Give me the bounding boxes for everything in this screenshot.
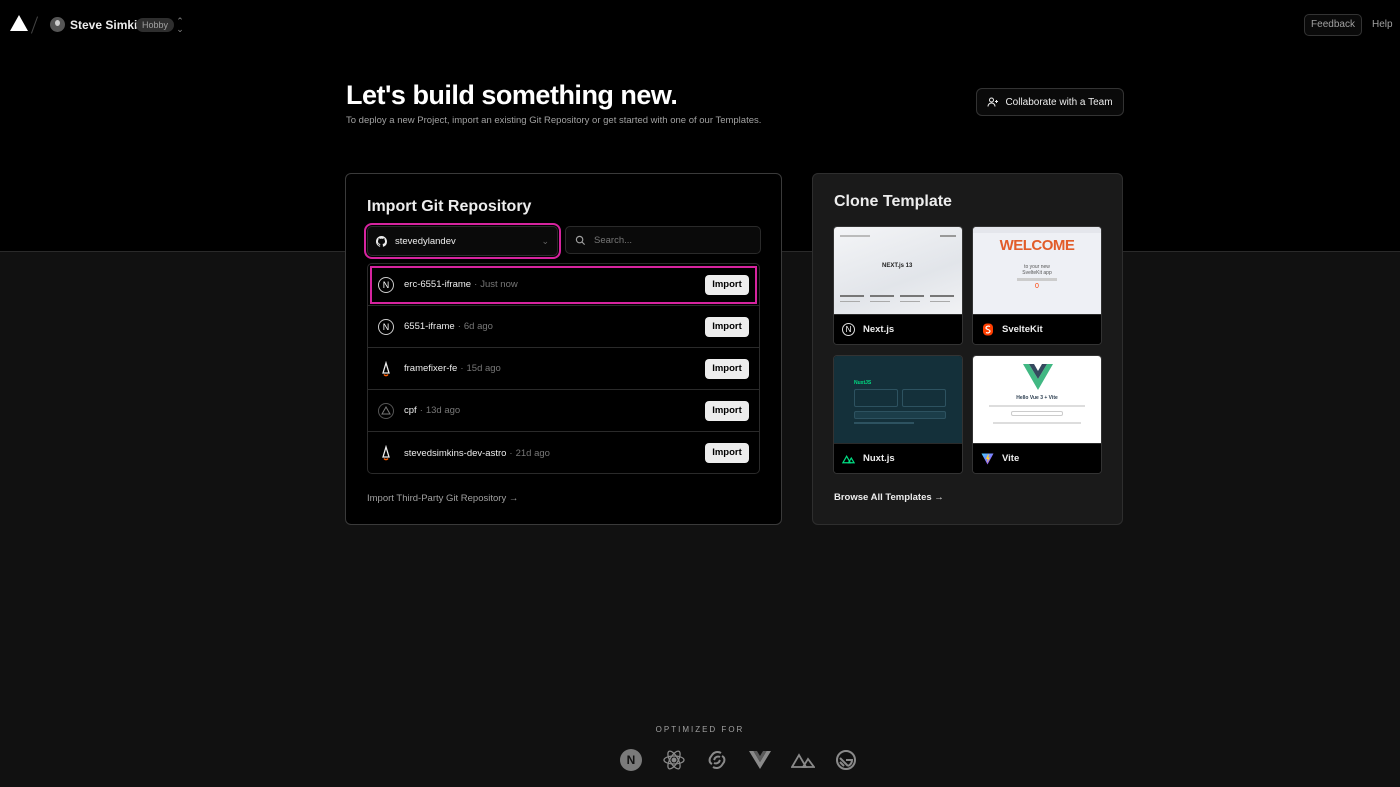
search-icon: [575, 235, 586, 245]
template-preview-vite: Hello Vue 3 + Vite: [973, 356, 1101, 443]
template-footer: Vite: [973, 443, 1101, 473]
nextjs-icon: N: [619, 748, 643, 772]
react-icon: [662, 748, 686, 772]
nuxt-icon: [791, 748, 815, 772]
import-card-title: Import Git Repository: [367, 198, 532, 215]
git-account-name: stevedylandev: [395, 235, 456, 247]
template-footer: SvelteKit: [973, 314, 1101, 344]
repo-updated-time: 15d ago: [466, 363, 501, 374]
repo-name: stevedsimkins-dev-astro: [404, 447, 507, 459]
repo-updated-time: 13d ago: [425, 405, 461, 416]
search-input[interactable]: [594, 234, 744, 246]
chevron-updown-icon[interactable]: ⌃ ⌄: [176, 17, 184, 34]
browse-all-templates-link[interactable]: Browse All Templates →: [834, 492, 944, 503]
nuxt-icon: [842, 452, 855, 465]
template-vite[interactable]: Hello Vue 3 + Vite Vite: [972, 355, 1102, 474]
astro-icon: [378, 445, 394, 461]
help-link[interactable]: Help: [1372, 19, 1393, 30]
template-sveltekit[interactable]: WELCOME to your new SvelteKit app 0 Svel…: [972, 226, 1102, 345]
clone-template-card: Clone Template NEXT.js 13 N Next.js WELC…: [812, 173, 1123, 525]
svelte-icon: [981, 323, 994, 336]
repo-name: erc-6551-iframe: [404, 279, 472, 290]
repo-row[interactable]: cpf · 13d ago Import: [368, 390, 759, 432]
svelte-preview-counter: 0: [1035, 283, 1039, 290]
nextjs-icon: N: [378, 276, 394, 293]
triangle-icon: [378, 402, 394, 419]
page-title: Let's build something new.: [346, 80, 678, 110]
import-button[interactable]: Import: [705, 358, 749, 379]
template-footer: Nuxt.js: [834, 443, 962, 473]
template-preview-nextjs: NEXT.js 13: [834, 227, 962, 314]
avatar[interactable]: [50, 17, 65, 32]
import-button[interactable]: Import: [705, 443, 749, 463]
optimized-for-label: OPTIMIZED FOR: [655, 725, 745, 734]
astro-icon: [378, 360, 394, 377]
framework-icons-row: N: [619, 748, 858, 772]
import-button[interactable]: Import: [705, 316, 749, 337]
import-git-repository-card: Import Git Repository stevedylandev ⌄ N …: [345, 173, 782, 525]
repo-separator: ·: [509, 447, 513, 459]
gatsby-icon: [834, 748, 858, 772]
nextjs-icon: N: [378, 318, 394, 335]
nextjs-preview-badge: NEXT.js 13: [882, 263, 913, 269]
template-label: Nuxt.js: [863, 453, 895, 464]
svelte-preview-sub2: SvelteKit app: [1022, 270, 1052, 276]
vercel-logo-icon[interactable]: [10, 15, 28, 31]
repo-row[interactable]: N 6551-iframe · 6d ago Import: [368, 306, 759, 348]
repo-name: cpf: [404, 405, 417, 416]
collaborate-team-button[interactable]: Collaborate with a Team: [976, 88, 1124, 116]
github-icon: [376, 235, 387, 247]
template-label: Vite: [1002, 453, 1020, 464]
svelte-icon: [705, 748, 729, 772]
chevron-down-icon: ⌄: [541, 235, 549, 246]
repo-list: N erc-6551-iframe · Just now Import N 65…: [367, 263, 760, 474]
repo-updated-time: Just now: [480, 279, 518, 290]
clone-card-title: Clone Template: [834, 193, 952, 210]
nuxt-preview-brand: NuxtJS: [854, 380, 872, 386]
repo-updated-time: 21d ago: [515, 447, 550, 459]
import-third-party-link[interactable]: Import Third-Party Git Repository →: [367, 493, 518, 504]
repo-updated-time: 6d ago: [463, 321, 493, 332]
template-label: SvelteKit: [1002, 324, 1043, 335]
breadcrumb-separator: [30, 16, 39, 34]
vite-icon: [981, 452, 994, 465]
repo-separator: ·: [460, 363, 464, 374]
svelte-preview-welcome: WELCOME: [999, 237, 1075, 254]
template-footer: N Next.js: [834, 314, 962, 344]
repo-name: 6551-iframe: [404, 321, 455, 332]
user-plus-icon: [987, 97, 999, 107]
repo-separator: ·: [474, 279, 478, 290]
template-preview-nuxtjs: NuxtJS: [834, 356, 962, 443]
template-nuxtjs[interactable]: NuxtJS Nuxt.js: [833, 355, 963, 474]
repo-row[interactable]: N erc-6551-iframe · Just now Import: [368, 264, 759, 306]
nextjs-icon: N: [842, 323, 855, 336]
import-button[interactable]: Import: [705, 400, 749, 421]
repo-row[interactable]: stevedsimkins-dev-astro · 21d ago Import: [368, 432, 759, 473]
template-nextjs[interactable]: NEXT.js 13 N Next.js: [833, 226, 963, 345]
header: Steve Simkins Hobby ⌃ ⌄ Feedback Help: [0, 0, 1400, 50]
plan-badge: Hobby: [136, 18, 175, 32]
git-account-select[interactable]: stevedylandev ⌄: [364, 223, 561, 259]
feedback-button[interactable]: Feedback: [1304, 14, 1362, 36]
import-button[interactable]: Import: [705, 274, 749, 295]
repo-separator: ·: [419, 405, 423, 416]
repo-separator: ·: [457, 321, 461, 332]
repo-search-field[interactable]: [565, 226, 761, 254]
repo-name: framefixer-fe: [404, 363, 458, 374]
vue-preview-heading: Hello Vue 3 + Vite: [1016, 395, 1058, 401]
collaborate-team-label: Collaborate with a Team: [1005, 96, 1113, 108]
page-subtitle: To deploy a new Project, import an exist…: [346, 115, 762, 126]
template-label: Next.js: [863, 324, 895, 335]
template-preview-sveltekit: WELCOME to your new SvelteKit app 0: [973, 227, 1101, 314]
vue-icon: [748, 748, 772, 772]
repo-row[interactable]: framefixer-fe · 15d ago Import: [368, 348, 759, 390]
